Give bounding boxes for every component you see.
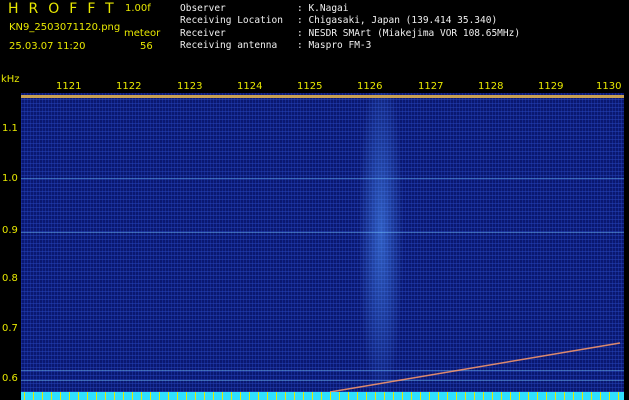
signal-level-bar	[21, 392, 624, 400]
meteor-trace	[329, 342, 621, 393]
